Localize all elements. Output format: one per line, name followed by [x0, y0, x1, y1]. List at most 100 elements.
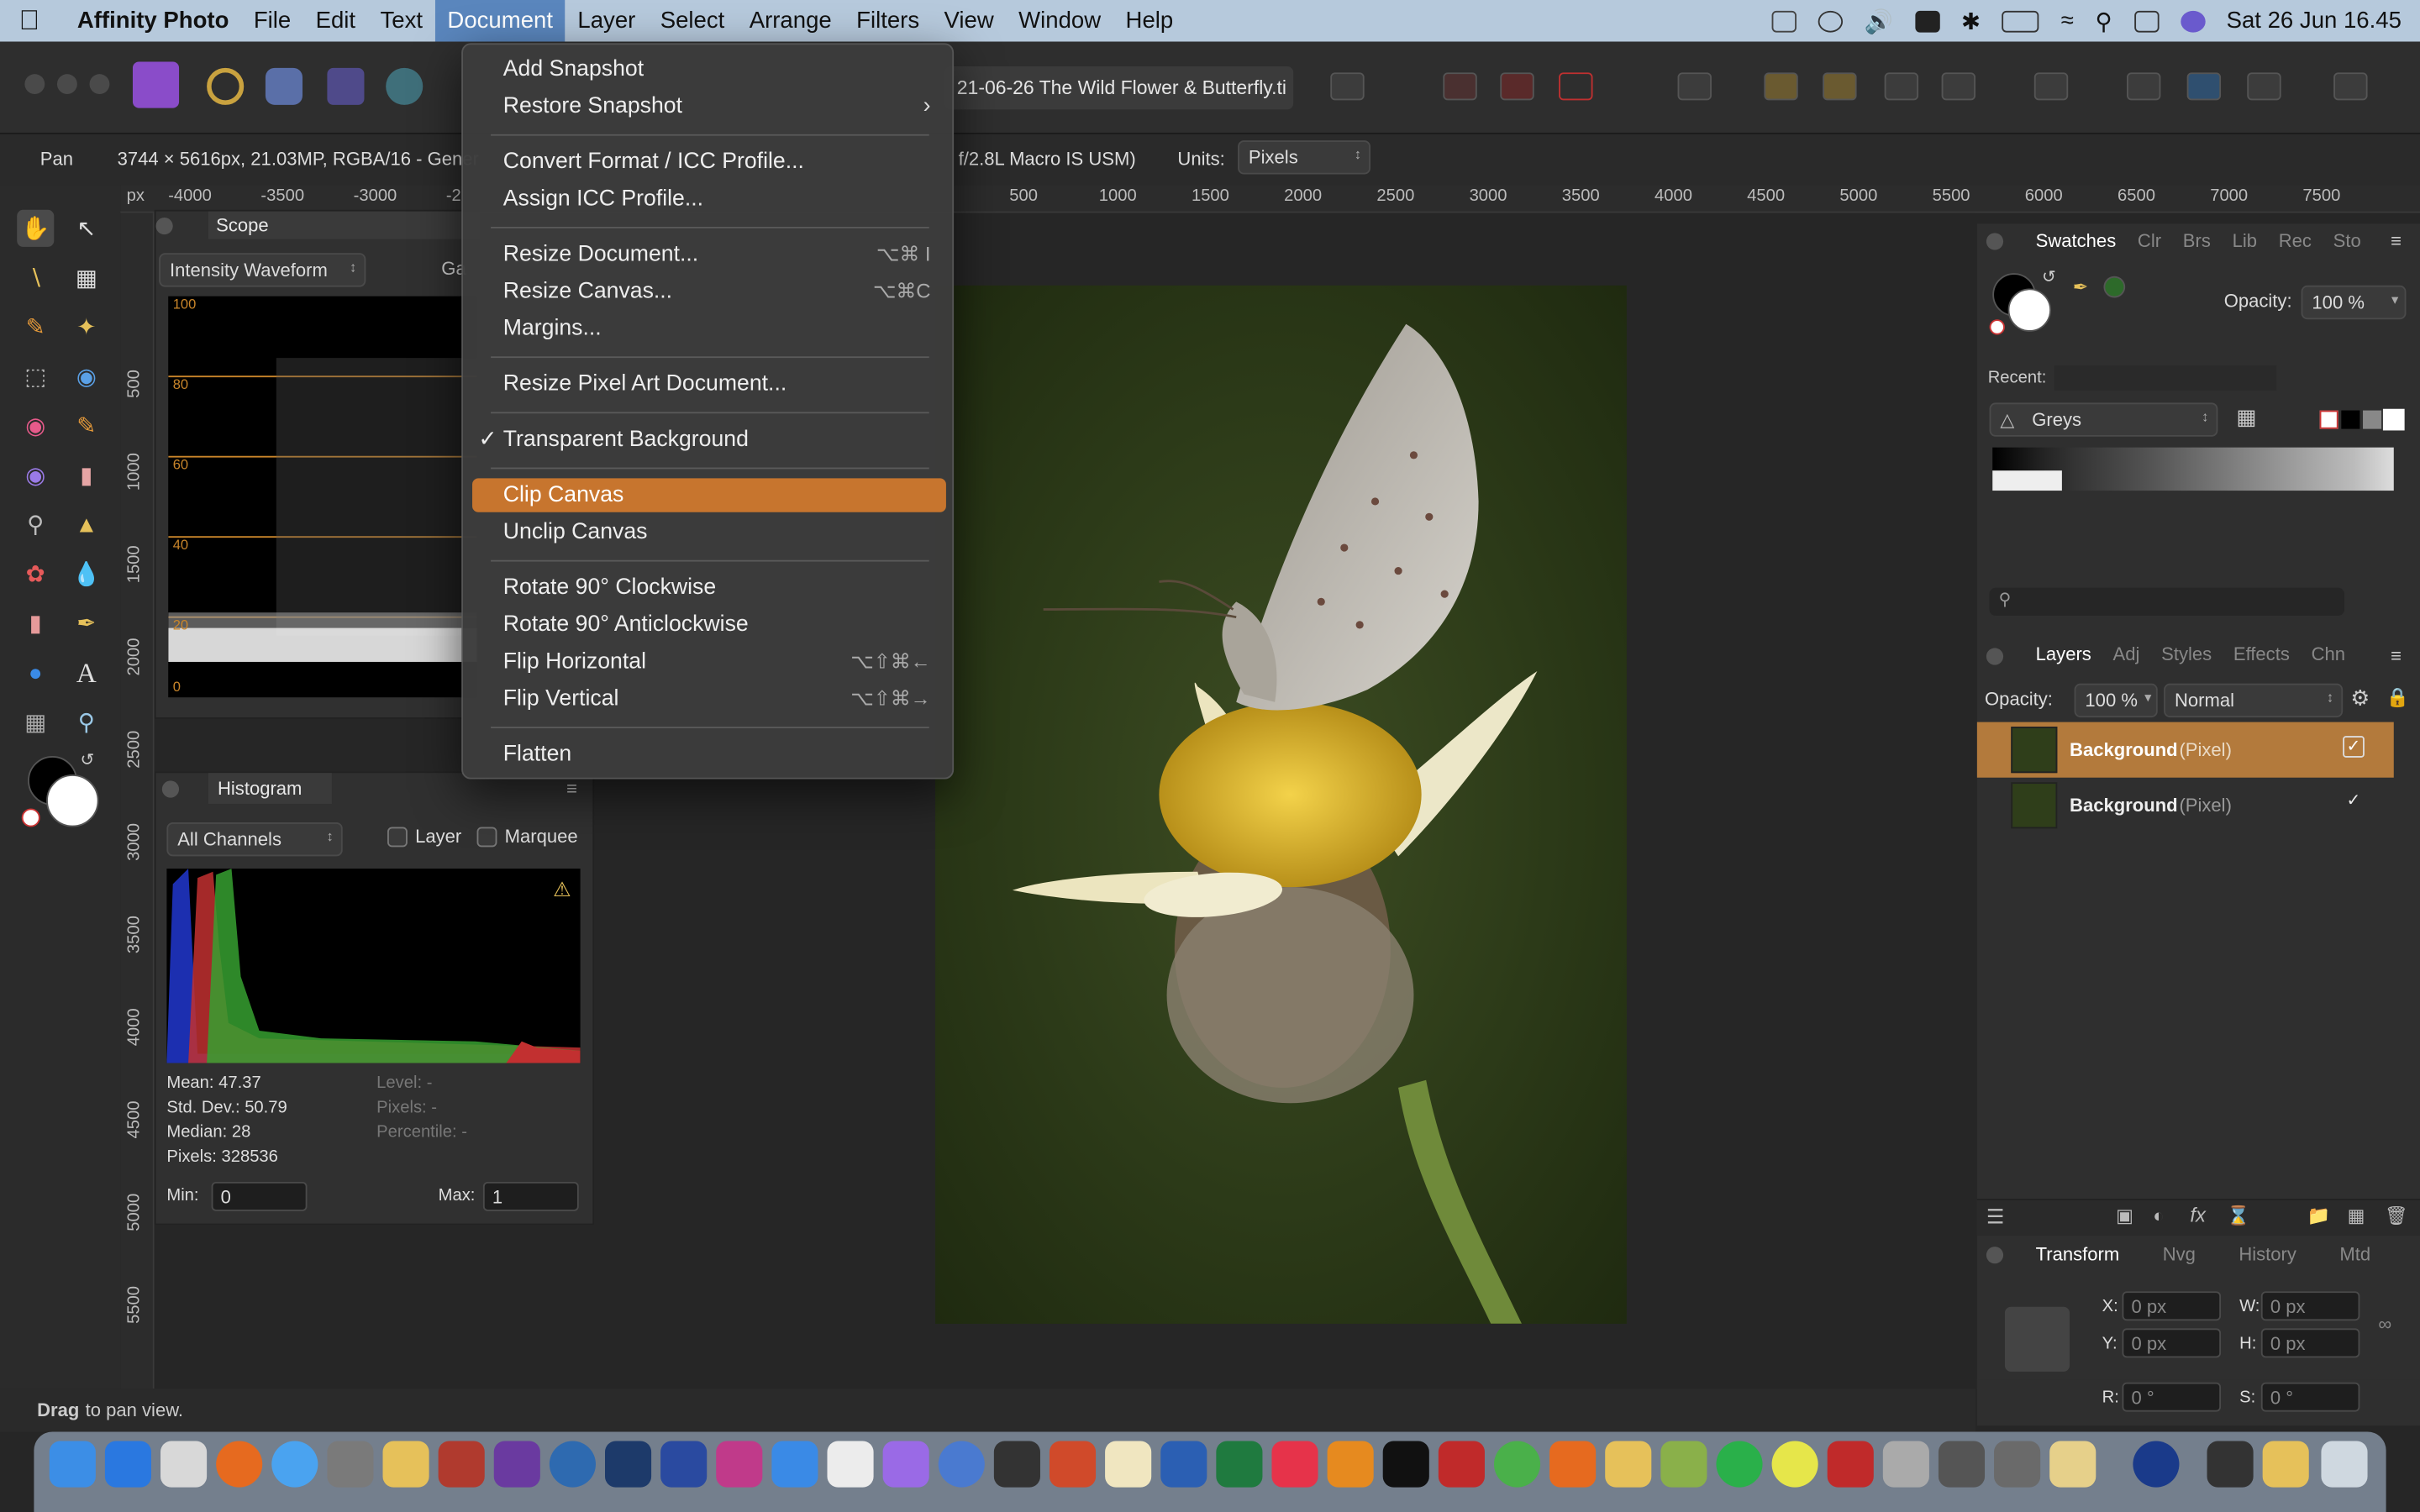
- tab-navigator[interactable]: Nvg: [2163, 1243, 2196, 1265]
- palette-options-icon[interactable]: ▦: [2236, 404, 2256, 430]
- tab-swatches[interactable]: Swatches: [2036, 230, 2117, 252]
- menu-file[interactable]: File: [241, 0, 303, 42]
- arrange-front-button[interactable]: [1884, 72, 1919, 101]
- airdrop-icon[interactable]: [1771, 9, 1797, 32]
- palette-select[interactable]: △ Greys ↕: [1989, 402, 2218, 437]
- arrange-back-button[interactable]: [1764, 72, 1798, 101]
- move-tool-icon[interactable]: ↖: [68, 210, 105, 247]
- histogram-min-input[interactable]: 0: [211, 1181, 308, 1211]
- app-store-icon[interactable]: [104, 1441, 152, 1488]
- layer-row[interactable]: Background (Pixel) ✓: [1977, 778, 2394, 833]
- inkscape-icon[interactable]: [993, 1441, 1040, 1488]
- menu-item-flip-vertical[interactable]: Flip Vertical ⌥⇧⌘→: [472, 682, 946, 716]
- clone-stamp-tool-icon[interactable]: ▲: [68, 506, 105, 543]
- menu-item-flip-horizontal[interactable]: Flip Horizontal ⌥⇧⌘←: [472, 645, 946, 679]
- menu-item-flatten[interactable]: Flatten: [472, 738, 946, 771]
- shape-tool-icon[interactable]: ●: [17, 654, 54, 691]
- app-icon-red[interactable]: [438, 1441, 485, 1488]
- assistant-button[interactable]: [1500, 72, 1534, 101]
- histogram-tab[interactable]: Histogram: [218, 778, 302, 800]
- menu-document[interactable]: Document: [434, 0, 566, 42]
- mesh-warp-tool-icon[interactable]: ▦: [17, 704, 54, 741]
- app-icon-compass[interactable]: [938, 1441, 985, 1488]
- menu-layer[interactable]: Layer: [566, 0, 648, 42]
- transform-h-input[interactable]: 0 px: [2260, 1328, 2360, 1358]
- vlc-icon[interactable]: [1327, 1441, 1374, 1488]
- app-icon-purple[interactable]: [882, 1441, 929, 1488]
- app-icon-folder[interactable]: [2049, 1441, 2096, 1488]
- swatch-grey[interactable]: [2363, 410, 2382, 429]
- color-replacement-tool-icon[interactable]: ◉: [17, 457, 54, 494]
- finder-icon[interactable]: [49, 1441, 96, 1488]
- apple-menu-icon[interactable]: : [0, 0, 59, 42]
- group-folder-icon[interactable]: 📁: [2307, 1205, 2330, 1226]
- export-persona-icon[interactable]: [386, 67, 424, 105]
- document-photo[interactable]: [935, 285, 1627, 1324]
- gradient-tool-icon[interactable]: ◉: [17, 407, 54, 444]
- tab-adjustments[interactable]: Adj: [2113, 643, 2140, 665]
- wifi-icon[interactable]: ≈: [2061, 8, 2074, 34]
- menu-item-resize-document[interactable]: Resize Document... ⌥⌘ I: [472, 238, 946, 271]
- arrange-top-button[interactable]: [1941, 72, 1976, 101]
- menu-item-margins[interactable]: Margins...: [472, 312, 946, 345]
- crop-tool-icon[interactable]: ▦: [68, 260, 105, 297]
- text-tool-icon[interactable]: A: [68, 654, 105, 691]
- grid-button[interactable]: [1443, 72, 1477, 101]
- firefox-icon[interactable]: [216, 1441, 263, 1488]
- account-icon[interactable]: [2333, 72, 2368, 101]
- blur-brush-tool-icon[interactable]: 💧: [68, 555, 105, 592]
- clock[interactable]: Sat 26 Jun 16.45: [2227, 8, 2402, 34]
- swatch-white[interactable]: [2382, 408, 2405, 431]
- tone-mapping-persona-icon[interactable]: [327, 67, 365, 105]
- menu-item-rotate-cw[interactable]: Rotate 90° Clockwise: [472, 571, 946, 605]
- scope-tab[interactable]: Scope: [216, 214, 269, 236]
- histogram-warning-icon[interactable]: ⚠: [553, 878, 571, 902]
- document-tab[interactable]: 21-06-26 The Wild Flower & Butterfly.ti …: [944, 66, 1294, 110]
- transform-close-button[interactable]: [1986, 1247, 2004, 1264]
- layer-row[interactable]: Background (Pixel) ✓: [1976, 722, 2394, 778]
- menu-item-convert-format[interactable]: Convert Format / ICC Profile...: [472, 145, 946, 179]
- layer-settings-gear-icon[interactable]: ⚙: [2350, 685, 2370, 711]
- affinity-publisher-icon[interactable]: [716, 1441, 763, 1488]
- menu-view[interactable]: View: [932, 0, 1007, 42]
- menu-item-clip-canvas[interactable]: Clip Canvas: [472, 478, 946, 512]
- menu-item-resize-pixel-art[interactable]: Resize Pixel Art Document...: [472, 367, 946, 401]
- menu-item-assign-icc[interactable]: Assign ICC Profile...: [472, 182, 946, 216]
- screenshot-icon[interactable]: [827, 1441, 874, 1488]
- tab-styles[interactable]: Styles: [2161, 643, 2212, 665]
- trash-icon[interactable]: [2321, 1441, 2368, 1488]
- swatch-swap-icon[interactable]: ↺: [2042, 267, 2056, 287]
- secondary-color-swatch[interactable]: [46, 774, 99, 827]
- affinity-photo-dock-icon[interactable]: [493, 1441, 540, 1488]
- scope-close-button[interactable]: [155, 217, 173, 235]
- layers-menu-icon[interactable]: ≡: [2391, 645, 2402, 667]
- bluetooth-icon[interactable]: ✱: [1961, 7, 1981, 34]
- tab-effects[interactable]: Effects: [2233, 643, 2290, 665]
- quick-mask-button[interactable]: [1330, 72, 1365, 101]
- layer-lock-icon[interactable]: 🔒: [2386, 686, 2409, 708]
- menu-window[interactable]: Window: [1006, 0, 1113, 42]
- affinity-designer-icon[interactable]: [660, 1441, 708, 1488]
- boolean-intersect-button[interactable]: [2247, 72, 2281, 101]
- mask-layer-icon[interactable]: ▣: [2116, 1205, 2133, 1226]
- histogram-layer-checkbox[interactable]: [387, 827, 408, 848]
- develop-persona-icon[interactable]: [265, 67, 303, 105]
- color-picker-tool-icon[interactable]: ∖: [17, 260, 54, 297]
- selection-brush-tool-icon[interactable]: ✎: [17, 308, 54, 345]
- view-tool-hand-icon[interactable]: ✋: [17, 209, 55, 247]
- app-icon-orange[interactable]: [1549, 1441, 1597, 1488]
- battery-icon[interactable]: [2002, 9, 2039, 32]
- layers-stack-icon[interactable]: ☰: [1986, 1205, 2004, 1229]
- tab-stock[interactable]: Sto: [2333, 230, 2361, 252]
- pen-tool-icon[interactable]: ✒: [68, 605, 105, 642]
- app-icon-green[interactable]: [1493, 1441, 1541, 1488]
- boolean-subtract-button[interactable]: [2186, 72, 2222, 101]
- boolean-add-button[interactable]: [2127, 72, 2161, 101]
- volume-icon[interactable]: 🔊: [1865, 7, 1893, 34]
- app-icon-blue[interactable]: [549, 1441, 596, 1488]
- liquify-persona-icon[interactable]: [207, 67, 245, 105]
- red-eye-tool-icon[interactable]: ✿: [17, 555, 54, 592]
- tab-color[interactable]: Clr: [2138, 230, 2161, 252]
- whatsapp-icon[interactable]: [1716, 1441, 1763, 1488]
- menu-help[interactable]: Help: [1113, 0, 1186, 42]
